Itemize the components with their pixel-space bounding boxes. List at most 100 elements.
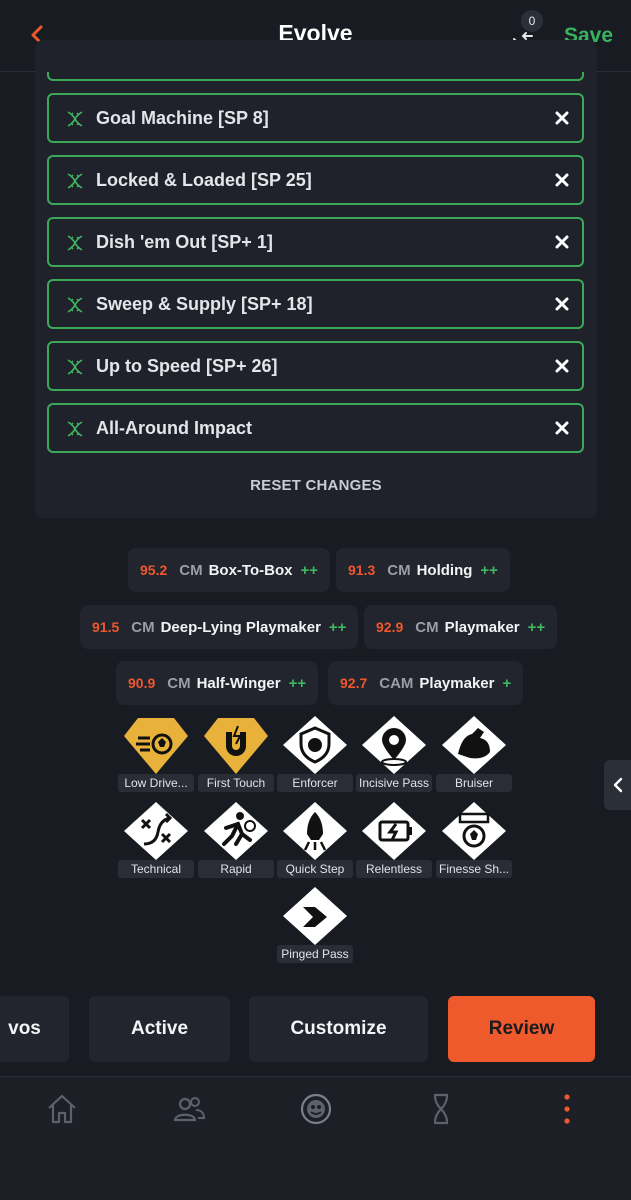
role-plus: ++ [288, 674, 307, 692]
enforcer-icon [283, 716, 347, 774]
tab-review[interactable]: Review [448, 996, 595, 1062]
dna-icon [67, 235, 83, 251]
dna-icon [67, 173, 83, 189]
chevron-left-icon [613, 777, 622, 793]
chip-label: All-Around Impact [96, 417, 252, 438]
playstyle-item[interactable]: Technical [118, 800, 194, 880]
playstyle-item[interactable]: Rapid [198, 800, 274, 880]
dna-icon [67, 359, 83, 375]
tab-customize[interactable]: Customize [249, 996, 428, 1062]
role-position: CM [387, 561, 411, 579]
playstyle-label: Low Drive... [118, 774, 194, 792]
role-chip[interactable]: 95.2 CM Box-To-Box ++ [128, 548, 330, 592]
role-rating: 95.2 [140, 562, 168, 578]
dna-icon [67, 111, 83, 127]
role-name: Deep-Lying Playmaker [160, 618, 321, 636]
playstyle-item[interactable]: Finesse Sh... [436, 800, 512, 880]
playstyle-label: Bruiser [436, 774, 512, 792]
role-name: Playmaker [419, 674, 495, 692]
playstyle-label: Incisive Pass [356, 774, 432, 792]
first-touch-icon [204, 718, 268, 774]
role-name: Holding [416, 561, 473, 579]
role-plus: + [502, 674, 512, 692]
role-rating: 91.5 [92, 619, 120, 635]
tab-evos[interactable]: vos [0, 996, 69, 1062]
role-rating: 92.9 [376, 619, 404, 635]
playstyle-item[interactable]: Enforcer [277, 714, 353, 794]
evolution-chip[interactable]: Locked & Loaded [SP 25] [47, 155, 584, 205]
playstyle-item[interactable]: Incisive Pass [356, 714, 432, 794]
playstyle-item[interactable]: Quick Step [277, 800, 353, 880]
playstyle-label: Pinged Pass [277, 945, 353, 963]
role-rating: 90.9 [128, 675, 156, 691]
playstyle-item[interactable]: Pinged Pass [277, 885, 353, 965]
playstyle-item[interactable]: Relentless [356, 800, 432, 880]
chip-partial [47, 72, 584, 81]
playstyle-label: Rapid [198, 860, 274, 878]
finesse-shot-icon [442, 802, 506, 860]
playstyle-item[interactable]: Low Drive... [118, 714, 194, 794]
reset-changes-button[interactable]: RESET CHANGES [35, 477, 597, 494]
dna-icon [67, 297, 83, 313]
dna-icon[interactable] [423, 1091, 459, 1127]
remove-icon[interactable] [554, 234, 570, 250]
role-name: Playmaker [444, 618, 520, 636]
bruiser-icon [442, 716, 506, 774]
incisive-pass-icon [362, 716, 426, 774]
chip-label: Goal Machine [SP 8] [96, 107, 269, 128]
remove-icon[interactable] [554, 296, 570, 312]
remove-icon[interactable] [554, 420, 570, 436]
chip-label: Dish 'em Out [SP+ 1] [96, 231, 273, 252]
role-chip[interactable]: 92.9 CM Playmaker ++ [364, 605, 558, 649]
evolution-chip[interactable]: Sweep & Supply [SP+ 18] [47, 279, 584, 329]
role-plus: ++ [527, 618, 546, 636]
role-plus: ++ [300, 561, 318, 579]
playstyle-label: Technical [118, 860, 194, 878]
evolution-chip[interactable]: All-Around Impact [47, 403, 584, 453]
dna-icon [67, 421, 83, 437]
remove-icon[interactable] [554, 110, 570, 126]
chip-label: Sweep & Supply [SP+ 18] [96, 293, 313, 314]
role-position: CM [131, 618, 155, 636]
playstyle-label: First Touch [198, 774, 274, 792]
home-icon[interactable] [44, 1091, 80, 1127]
people-icon[interactable] [171, 1091, 207, 1127]
playstyle-label: Finesse Sh... [436, 860, 512, 878]
role-chip[interactable]: 90.9 CM Half-Winger ++ [116, 661, 319, 705]
role-chip[interactable]: 91.3 CM Holding ++ [336, 548, 510, 592]
role-chip[interactable]: 91.5 CM Deep-Lying Playmaker ++ [80, 605, 359, 649]
role-position: CM [415, 618, 439, 636]
remove-icon[interactable] [554, 172, 570, 188]
tab-active[interactable]: Active [89, 996, 230, 1062]
evolution-chip[interactable]: Up to Speed [SP+ 26] [47, 341, 584, 391]
role-position: CM [179, 561, 203, 579]
low-driven-shot-icon [124, 718, 188, 774]
chip-label: Up to Speed [SP+ 26] [96, 355, 278, 376]
playstyle-label: Relentless [356, 860, 432, 878]
rapid-icon [204, 802, 268, 860]
playstyle-item[interactable]: First Touch [198, 714, 274, 794]
remove-icon[interactable] [554, 358, 570, 374]
more-icon[interactable] [549, 1091, 585, 1127]
role-name: Box-To-Box [208, 561, 293, 579]
role-rating: 91.3 [348, 562, 376, 578]
playstyle-item[interactable]: Bruiser [436, 714, 512, 794]
role-plus: ++ [480, 561, 498, 579]
playstyle-label: Quick Step [277, 860, 353, 878]
playstyle-label: Enforcer [277, 774, 353, 792]
role-chip[interactable]: 92.7 CAM Playmaker + [328, 661, 524, 705]
compare-count-badge: 0 [521, 10, 543, 32]
pinged-pass-icon [283, 887, 347, 945]
quick-step-icon [283, 802, 347, 860]
role-rating: 92.7 [340, 675, 368, 691]
chip-label: Locked & Loaded [SP 25] [96, 169, 312, 190]
evolution-chip[interactable]: Dish 'em Out [SP+ 1] [47, 217, 584, 267]
technical-icon [124, 802, 188, 860]
club-badge-icon[interactable] [298, 1091, 334, 1127]
side-drawer-toggle[interactable] [604, 760, 631, 810]
evolution-chip[interactable]: Goal Machine [SP 8] [47, 93, 584, 143]
role-position: CAM [379, 674, 414, 692]
role-name: Half-Winger [196, 674, 281, 692]
role-position: CM [167, 674, 191, 692]
relentless-icon [362, 802, 426, 860]
